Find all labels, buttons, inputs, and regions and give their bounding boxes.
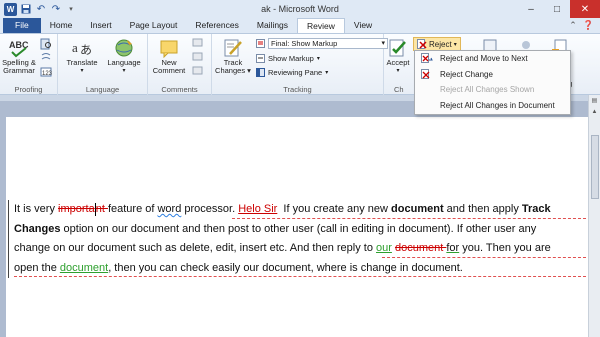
previous-comment-icon[interactable] (192, 52, 204, 63)
tab-page-layout[interactable]: Page Layout (121, 18, 187, 33)
ribbon-tabs: File Home Insert Page Layout References … (0, 18, 600, 33)
accept-button[interactable]: Accept ▾ (384, 38, 412, 75)
translate-button[interactable]: aあ Translate ▾ (62, 38, 102, 75)
deleted-text: nt (95, 203, 108, 215)
grammar-flag: word (157, 203, 182, 215)
svg-text:123: 123 (42, 71, 52, 77)
minimize-ribbon-icon[interactable]: ⌃ (569, 20, 577, 31)
menu-reject-all-in-document[interactable]: Reject All Changes in Document (415, 98, 570, 114)
reject-menu: Reject and Move to Next Reject Change Re… (414, 50, 571, 115)
tab-home[interactable]: Home (41, 18, 82, 33)
word-count-icon[interactable]: 123 (40, 66, 52, 77)
globe-icon (113, 38, 135, 58)
revision-underline (382, 256, 586, 258)
language-button[interactable]: Language ▾ (104, 38, 144, 75)
menu-reject-and-move-next[interactable]: Reject and Move to Next (415, 51, 570, 67)
menu-reject-change[interactable]: Reject Change (415, 67, 570, 83)
research-icon[interactable] (40, 38, 52, 49)
reviewing-pane-button[interactable]: Reviewing Pane ▾ (256, 67, 328, 78)
markup-dropdown[interactable]: Final: Show Markup (268, 38, 388, 49)
reject-change-icon (419, 68, 435, 80)
maximize-button[interactable]: □ (544, 0, 570, 18)
reject-next-icon (419, 53, 435, 65)
proofing-label: Proofing (14, 85, 43, 94)
ruler-toggle-icon[interactable]: ▤ (589, 97, 600, 107)
tab-insert[interactable]: Insert (81, 18, 120, 33)
tracking-label: Tracking (283, 85, 312, 94)
language-group: aあ Translate ▾ Language ▾ Language (58, 34, 148, 95)
moved-text: document (59, 261, 109, 274)
deleted-text: document (394, 242, 447, 254)
tab-file[interactable]: File (3, 18, 41, 33)
text-line: change on our document such as delete, e… (14, 239, 586, 259)
text-line: Changes option on our document and then … (14, 222, 537, 235)
close-button[interactable]: ✕ (570, 0, 600, 18)
track-changes-icon (222, 38, 244, 58)
language-label: Language (85, 85, 120, 94)
document-body[interactable]: It is very important feature of word pro… (14, 200, 586, 278)
spelling-icon: ABC (8, 38, 30, 58)
translate-icon: aあ (71, 38, 93, 58)
minimize-button[interactable]: – (518, 0, 544, 18)
deleted-text: importa (58, 203, 95, 215)
tab-review[interactable]: Review (297, 18, 345, 33)
window-title: ak - Microsoft Word (261, 4, 339, 14)
proofing-group: ABC Spelling & Grammar 123 Proofing (0, 34, 58, 95)
svg-text:あ: あ (80, 43, 92, 57)
menu-reject-all-shown[interactable]: Reject All Changes Shown (415, 82, 570, 98)
text-line: It is very important feature of word pro… (14, 200, 586, 220)
tab-right-controls: ⌃ ❓ (569, 18, 600, 33)
change-bar (8, 200, 9, 278)
vertical-scrollbar[interactable]: ▤ ▲ (588, 95, 600, 337)
window-controls: – □ ✕ (518, 0, 600, 18)
comments-label: Comments (161, 85, 198, 94)
accept-icon (387, 38, 409, 58)
svg-text:a: a (72, 40, 78, 55)
revision-underline (14, 276, 586, 277)
tab-references[interactable]: References (186, 18, 247, 33)
new-comment-button[interactable]: New Comment (150, 38, 188, 75)
tracking-group: Track Changes ▾ Final: Show Markup Show … (212, 34, 388, 95)
spelling-grammar-button[interactable]: ABC Spelling & Grammar (2, 38, 36, 75)
delete-comment-icon[interactable] (192, 38, 204, 49)
text-line: open the document, then you can check ea… (14, 259, 586, 279)
moved-text: for (446, 242, 460, 254)
show-markup-button[interactable]: Show Markup ▾ (256, 53, 320, 64)
revision-underline (232, 217, 586, 219)
track-changes-button[interactable]: Track Changes ▾ (214, 38, 252, 75)
moved-text: our (376, 242, 392, 254)
reject-icon (417, 39, 427, 49)
thesaurus-icon[interactable] (40, 52, 52, 63)
comments-group: New Comment Comments (148, 34, 212, 95)
reject-button[interactable]: Reject ▾ (413, 37, 461, 51)
title-bar: W ↶ ↷ ▾ ak - Microsoft Word – □ ✕ (0, 0, 600, 18)
tab-view[interactable]: View (345, 18, 381, 33)
reviewing-pane-icon (256, 68, 265, 77)
scroll-up-arrow[interactable]: ▲ (589, 109, 600, 119)
inserted-text: Helo Sir (238, 203, 278, 215)
tab-mailings[interactable]: Mailings (248, 18, 297, 33)
scroll-thumb[interactable] (591, 135, 599, 199)
show-markup-icon (256, 54, 265, 63)
markup-icon (256, 39, 265, 48)
display-for-review: Final: Show Markup (256, 38, 388, 49)
comment-icon (158, 38, 180, 58)
next-comment-icon[interactable] (192, 66, 204, 77)
help-icon[interactable]: ❓ (583, 20, 594, 31)
